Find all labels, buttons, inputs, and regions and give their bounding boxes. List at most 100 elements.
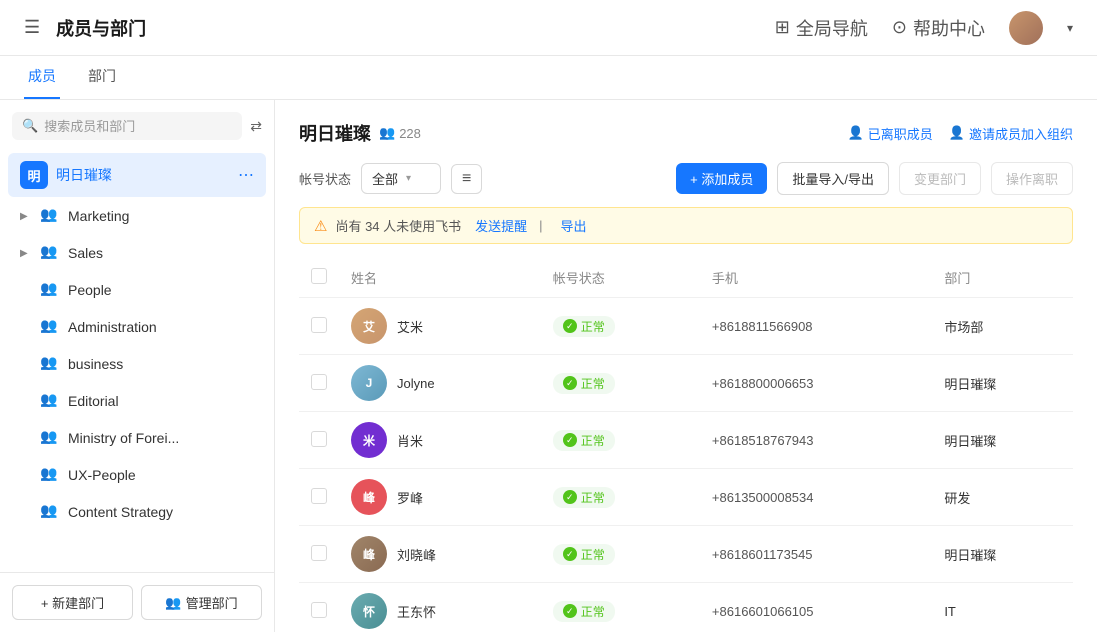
sidebar-item-content-strategy[interactable]: 👥 Content Strategy ⋯ [8, 494, 266, 530]
row-checkbox[interactable] [311, 488, 327, 504]
org-icon: 明 [20, 161, 48, 189]
row-status-cell: 正常 [541, 526, 700, 583]
expand-icon[interactable]: ▶ [20, 211, 36, 222]
sidebar-item-label: Marketing [68, 208, 238, 224]
row-checkbox-cell [299, 355, 339, 412]
invite-members-link[interactable]: 👤 邀请成员加入组织 [949, 124, 1073, 143]
col-status: 帐号状态 [541, 258, 700, 298]
col-name: 姓名 [339, 258, 541, 298]
row-dept-cell: 研发 [932, 469, 1073, 526]
add-dept-button[interactable]: + 新建部门 [12, 585, 133, 620]
dept-icon: 👥 [40, 243, 60, 263]
sidebar-item-administration[interactable]: 👥 Administration ⋯ [8, 309, 266, 345]
sidebar-item-label: Editorial [68, 393, 238, 409]
row-checkbox[interactable] [311, 317, 327, 333]
dept-icon: 👥 [40, 465, 60, 485]
more-icon[interactable]: ⋯ [238, 165, 254, 185]
member-count: 👥 228 [379, 125, 421, 141]
avatar[interactable] [1009, 11, 1043, 45]
row-checkbox-cell [299, 412, 339, 469]
avatar: 米 [351, 422, 387, 458]
sidebar-item-label: business [68, 356, 238, 372]
row-phone-cell: +8618800006653 [700, 355, 932, 412]
table-row: 怀 王东怀 正常 +8616601066105 IT [299, 583, 1073, 632]
row-name-cell: 米 肖米 [339, 412, 541, 469]
sidebar-item-ministry[interactable]: 👥 Ministry of Forei... ⋯ [8, 420, 266, 456]
warning-bar: ⚠ 尚有 34 人未使用飞书 发送提醒 | 导出 [299, 207, 1073, 244]
row-status-cell: 正常 [541, 412, 700, 469]
tab-members[interactable]: 成员 [24, 55, 60, 99]
row-checkbox[interactable] [311, 374, 327, 390]
select-arrow-icon: ▾ [406, 173, 411, 184]
search-input[interactable] [44, 119, 232, 134]
bulk-import-button[interactable]: 批量导入/导出 [777, 162, 889, 195]
row-status-cell: 正常 [541, 469, 700, 526]
member-name: 肖米 [397, 431, 423, 450]
list-view-button[interactable]: ≡ [451, 164, 482, 194]
row-checkbox[interactable] [311, 602, 327, 618]
search-icon: 🔍 [22, 118, 38, 134]
manage-dept-button[interactable]: 👥 管理部门 [141, 585, 262, 620]
row-phone-cell: +8618518767943 [700, 412, 932, 469]
sidebar-item-mingri[interactable]: 明 明日璀璨 ⋯ [8, 153, 266, 197]
avatar-chevron-icon[interactable]: ▾ [1067, 21, 1073, 35]
search-box[interactable]: 🔍 [12, 112, 242, 140]
sidebar-footer: + 新建部门 👥 管理部门 [0, 572, 274, 632]
avatar: 怀 [351, 593, 387, 629]
sidebar: 🔍 ⇄ 明 明日璀璨 ⋯ ▶ 👥 Marketing ⋯ [0, 100, 275, 632]
sidebar-item-ux-people[interactable]: 👥 UX-People ⋯ [8, 457, 266, 493]
row-checkbox[interactable] [311, 431, 327, 447]
sidebar-item-label: 明日璀璨 [56, 165, 238, 185]
dept-icon: 👥 [40, 428, 60, 448]
row-checkbox-cell [299, 526, 339, 583]
expand-icon[interactable]: ▶ [20, 248, 36, 259]
add-member-button[interactable]: + 添加成员 [676, 163, 767, 194]
sidebar-item-sales[interactable]: ▶ 👥 Sales ⋯ [8, 235, 266, 271]
status-dot-icon [563, 490, 577, 504]
row-dept-cell: 明日璀璨 [932, 526, 1073, 583]
tab-departments[interactable]: 部门 [84, 55, 120, 99]
status-badge: 正常 [553, 430, 615, 451]
sidebar-item-people[interactable]: 👥 People ⋯ [8, 272, 266, 308]
sidebar-item-marketing[interactable]: ▶ 👥 Marketing ⋯ [8, 198, 266, 234]
resigned-members-link[interactable]: 👤 已离职成员 [848, 124, 933, 143]
row-name-cell: 峰 罗峰 [339, 469, 541, 526]
sidebar-item-business[interactable]: 👥 business ⋯ [8, 346, 266, 382]
export-link[interactable]: 导出 [561, 216, 587, 235]
member-name: 刘晓峰 [397, 545, 436, 564]
send-remind-link[interactable]: 发送提醒 [475, 216, 527, 235]
invite-icon: 👤 [949, 125, 965, 141]
dept-icon: 👥 [40, 354, 60, 374]
sidebar-item-editorial[interactable]: 👥 Editorial ⋯ [8, 383, 266, 419]
help-center-button[interactable]: ⊙ 帮助中心 [892, 15, 985, 41]
status-filter-select[interactable]: 全部 ▾ [361, 163, 441, 194]
status-dot-icon [563, 547, 577, 561]
manage-dept-icon: 👥 [165, 595, 181, 611]
content-header-right: 👤 已离职成员 👤 邀请成员加入组织 [848, 124, 1073, 143]
row-name-cell: J Jolyne [339, 355, 541, 412]
status-badge: 正常 [553, 316, 615, 337]
global-nav-button[interactable]: ⊞ 全局导航 [775, 15, 868, 41]
row-dept-cell: 市场部 [932, 298, 1073, 355]
operate-resign-button: 操作离职 [991, 162, 1073, 195]
avatar: 峰 [351, 536, 387, 572]
row-phone-cell: +8618811566908 [700, 298, 932, 355]
row-checkbox-cell [299, 298, 339, 355]
filter-icon[interactable]: ⇄ [250, 118, 262, 135]
row-checkbox[interactable] [311, 545, 327, 561]
row-dept-cell: IT [932, 583, 1073, 632]
content-header: 明日璀璨 👥 228 👤 已离职成员 👤 邀请成员加入组织 [299, 120, 1073, 146]
table-row: 峰 罗峰 正常 +8613500008534 研发 [299, 469, 1073, 526]
row-name-cell: 峰 刘晓峰 [339, 526, 541, 583]
table-row: 米 肖米 正常 +8618518767943 明日璀璨 [299, 412, 1073, 469]
status-badge: 正常 [553, 544, 615, 565]
avatar: J [351, 365, 387, 401]
menu-icon[interactable]: ☰ [24, 17, 40, 38]
filter-label: 帐号状态 [299, 169, 351, 188]
members-table: 姓名 帐号状态 手机 部门 艾 艾米 正 [299, 258, 1073, 632]
header-right: ⊞ 全局导航 ⊙ 帮助中心 ▾ [775, 11, 1073, 45]
select-all-checkbox[interactable] [311, 268, 327, 284]
content-area: 明日璀璨 👥 228 👤 已离职成员 👤 邀请成员加入组织 帐号状态 全部 [275, 100, 1097, 632]
dept-icon: 👥 [40, 317, 60, 337]
row-status-cell: 正常 [541, 583, 700, 632]
